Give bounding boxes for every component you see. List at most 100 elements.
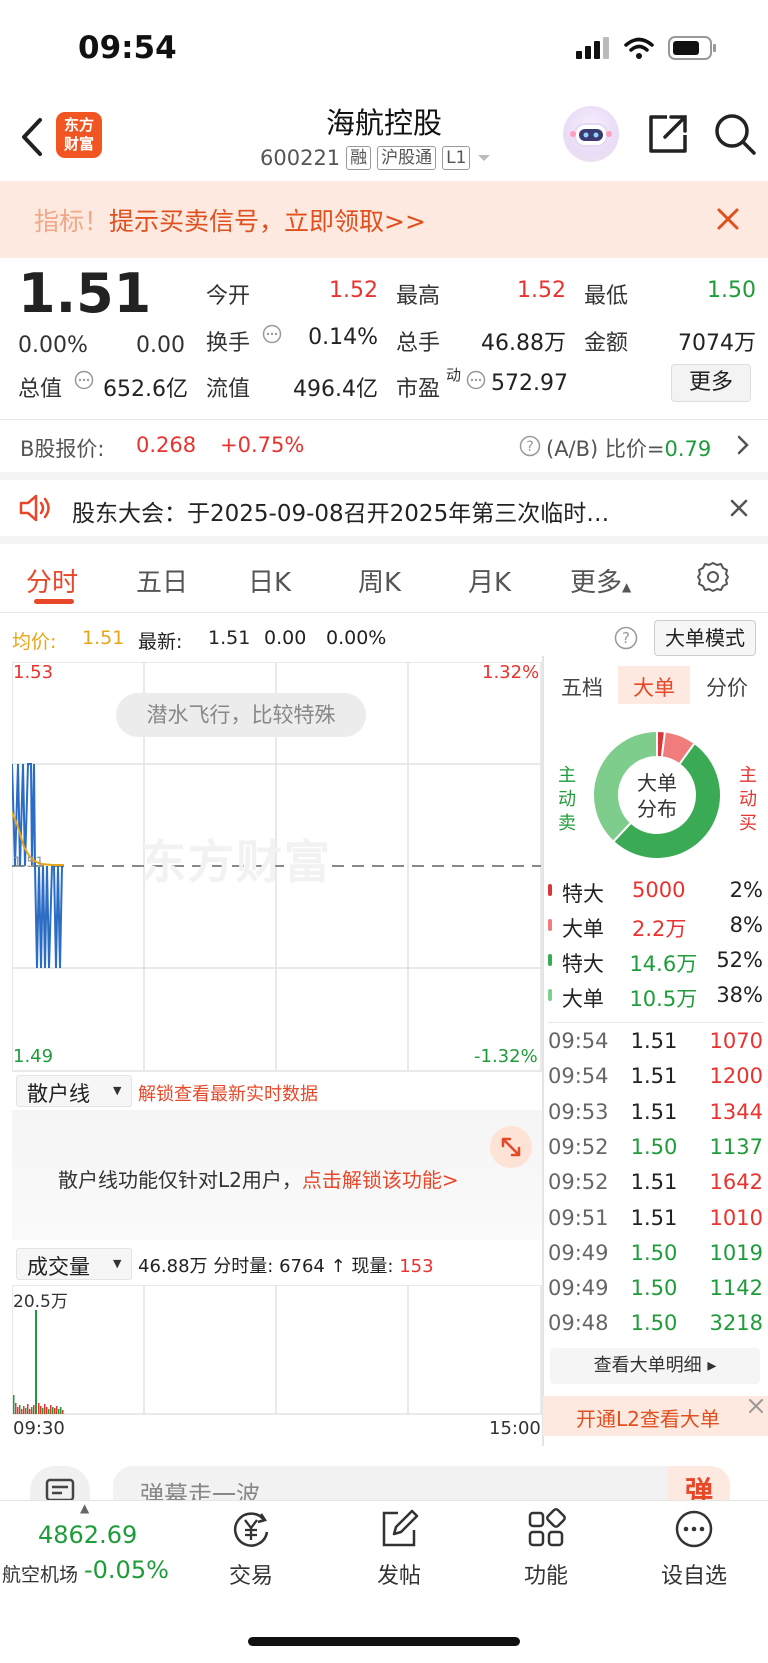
help-icon[interactable]: ?: [519, 435, 541, 457]
stock-code: 600221: [260, 146, 341, 170]
retail-selector[interactable]: 散户线 ▼: [16, 1075, 132, 1107]
info-dots-icon[interactable]: [466, 370, 486, 390]
volume-grid: [12, 1285, 542, 1415]
trade-time: 09:48: [548, 1311, 609, 1336]
open-label: 今开: [206, 284, 251, 309]
speaker-icon: [19, 494, 50, 522]
nav-add-watchlist[interactable]: 设自选: [639, 1506, 749, 1590]
expand-up-icon[interactable]: ▲: [80, 1501, 89, 1515]
volume-selector[interactable]: 成交量 ▼: [16, 1248, 132, 1280]
retail-unlock-button[interactable]: 点击解锁该功能>: [302, 1168, 459, 1192]
tag-connect: 沪股通: [377, 146, 437, 170]
section-gap: [0, 472, 768, 480]
index-change[interactable]: -0.05%: [84, 1556, 169, 1584]
watermark: 东方财富: [140, 835, 332, 889]
status-icons: [576, 36, 718, 60]
chart-bubble: 潜水飞行，比较特殊: [116, 693, 366, 737]
close-icon[interactable]: [748, 1398, 764, 1414]
dropdown-icon: ▼: [113, 1257, 122, 1270]
status-time: 09:54: [78, 30, 177, 66]
volume-stats: 46.88万 分时量: 6764 ↑ 现量: 153: [138, 1256, 434, 1277]
y-axis-bottom: 1.49: [13, 1046, 54, 1067]
expand-button[interactable]: [490, 1126, 532, 1168]
dropdown-triangle-icon[interactable]: [476, 153, 492, 163]
trade-price: 1.51: [630, 1099, 678, 1124]
tab-weekly-k[interactable]: 周K: [358, 562, 401, 599]
tab-daily-k[interactable]: 日K: [248, 562, 291, 599]
volume-bars: [13, 1310, 64, 1414]
bshare-change: +0.75%: [220, 433, 305, 457]
legend-value: 2.2万: [632, 917, 687, 941]
tab-more[interactable]: 更多▲: [570, 562, 631, 599]
latest-change: 0.00: [264, 627, 307, 649]
trade-time: 09:52: [548, 1170, 609, 1195]
chevron-right-icon[interactable]: [736, 434, 750, 456]
close-icon[interactable]: [730, 499, 748, 517]
retail-unlock-link[interactable]: 解锁查看最新实时数据: [138, 1080, 318, 1106]
comment-list-icon: [45, 1478, 75, 1502]
nav-post[interactable]: 发帖: [344, 1506, 454, 1590]
legend-dot: [548, 954, 552, 966]
trade-price: 1.50: [630, 1240, 678, 1265]
trade-price: 1.50: [630, 1276, 678, 1301]
dropdown-icon: ▼: [113, 1084, 122, 1097]
trade-price: 1.51: [630, 1029, 678, 1053]
settings-gear-icon[interactable]: [696, 560, 730, 594]
divider: [0, 419, 768, 420]
divider: [548, 1022, 763, 1023]
l2-banner-text[interactable]: 开通L2查看大单: [576, 1403, 720, 1432]
trade-volume: 1142: [709, 1276, 763, 1301]
ab-ratio[interactable]: (A/B) 比价=0.79: [546, 433, 711, 463]
search-icon[interactable]: [713, 112, 757, 156]
info-dots-icon[interactable]: [262, 324, 282, 344]
home-indicator: [248, 1637, 520, 1646]
tag-margin: 融: [346, 146, 372, 170]
promo-text[interactable]: 指标！提示买卖信号，立即领取>>: [34, 202, 426, 238]
low-value: 1.50: [707, 278, 756, 303]
nav-trade[interactable]: 交易: [196, 1506, 306, 1590]
trade-volume: 1070: [709, 1029, 763, 1053]
retail-selector-label: 散户线: [27, 1082, 90, 1106]
trade-volume: 1010: [709, 1205, 763, 1230]
big-order-detail-button[interactable]: 查看大单明细 ▸: [550, 1348, 760, 1384]
tab-underline: [34, 599, 74, 604]
minute-volume: 6764: [279, 1256, 325, 1277]
right-tab-five-level[interactable]: 五档: [561, 672, 603, 702]
big-order-mode-button[interactable]: 大单模式: [654, 620, 756, 656]
trade-time: 09:53: [548, 1099, 609, 1124]
donut-center-line2: 分布: [637, 797, 677, 821]
volume-chart[interactable]: [12, 1285, 542, 1415]
right-tab-price-dist[interactable]: 分价: [706, 672, 748, 702]
share-icon[interactable]: [647, 113, 689, 155]
legend-value: 10.5万: [629, 987, 698, 1011]
volume-value: 46.88万: [481, 331, 566, 356]
trade-time: 09:49: [548, 1276, 609, 1301]
more-quote-button[interactable]: 更多: [671, 364, 751, 402]
avg-value: 1.51: [82, 627, 125, 649]
send-danmaku-button[interactable]: 弹: [668, 1466, 730, 1500]
index-value[interactable]: 4862.69: [38, 1521, 137, 1549]
help-icon[interactable]: ?: [614, 626, 638, 650]
yen-exchange-icon: [233, 1512, 269, 1547]
index-name[interactable]: 航空机场: [2, 1560, 78, 1587]
close-icon[interactable]: [716, 207, 740, 231]
right-tab-big-order[interactable]: 大单: [633, 672, 675, 702]
bshare-label: B股报价:: [20, 437, 105, 461]
wifi-icon: [624, 37, 654, 59]
trade-row: 09:52 1.51 1642: [548, 1170, 763, 1194]
nav-trade-label: 交易: [228, 1564, 273, 1589]
notice-text[interactable]: 股东大会：于2025-09-08召开2025年第三次临时…: [72, 494, 692, 528]
tab-five-day[interactable]: 五日: [136, 562, 188, 599]
tab-monthly-k[interactable]: 月K: [468, 562, 511, 599]
tab-intraday[interactable]: 分时: [26, 562, 78, 599]
assistant-avatar[interactable]: [563, 106, 619, 162]
pe-label: 市盈: [396, 377, 441, 402]
nav-function[interactable]: 功能: [491, 1506, 601, 1590]
open-value: 1.52: [329, 278, 378, 303]
amount-label: 金额: [584, 331, 629, 356]
svg-text:?: ?: [526, 439, 533, 455]
trade-time: 09:51: [548, 1205, 609, 1230]
minute-volume-label: 分时量:: [213, 1256, 274, 1277]
info-dots-icon[interactable]: [74, 370, 94, 390]
donut-center-line1: 大单: [637, 771, 677, 795]
